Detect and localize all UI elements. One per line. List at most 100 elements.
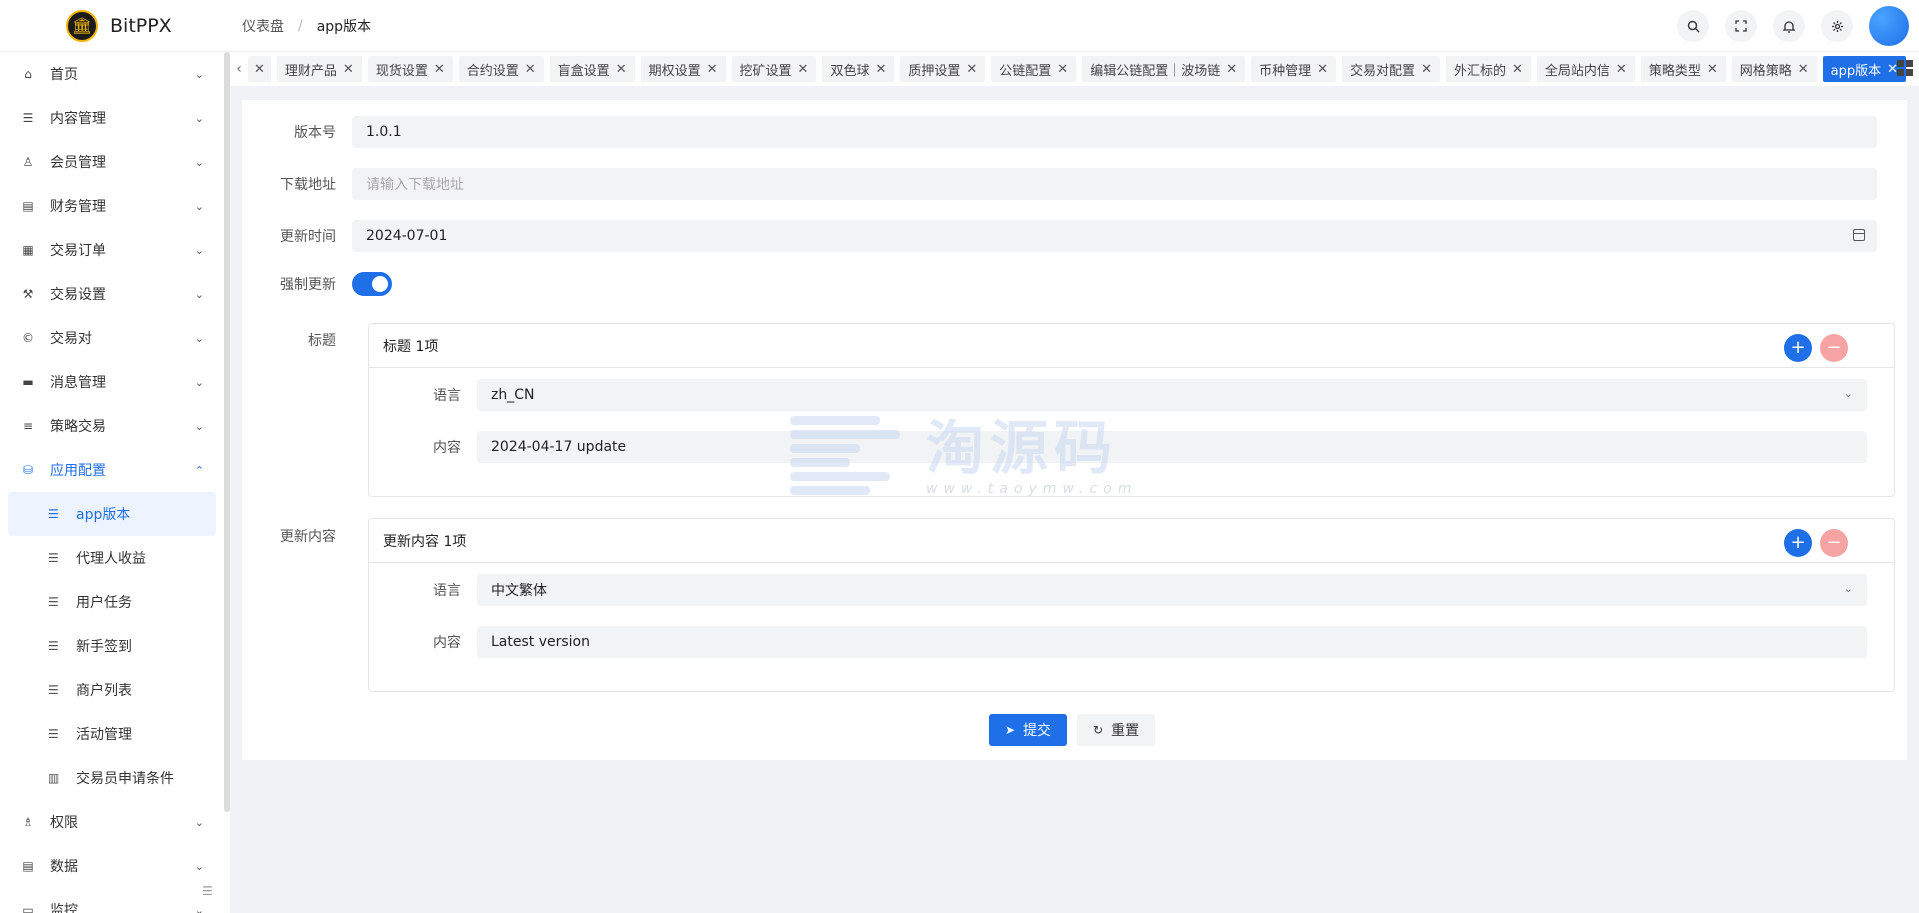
avatar[interactable]: [1869, 6, 1909, 46]
tab-item[interactable]: 币种管理 ✕: [1251, 56, 1337, 82]
remove-update-content-button[interactable]: −: [1820, 529, 1848, 557]
reset-button[interactable]: ↻ 重置: [1077, 714, 1156, 746]
add-update-content-button[interactable]: +: [1784, 529, 1812, 557]
update-time-value: 2024-07-01: [366, 228, 448, 244]
tabs-scroll-right-icon[interactable]: ›: [1912, 61, 1919, 77]
tab-item[interactable]: 公链配置 ✕: [991, 56, 1077, 82]
update-content-input[interactable]: Latest version: [477, 626, 1867, 658]
tab-item[interactable]: 现货设置 ✕: [367, 56, 453, 82]
update-content-group-header: 更新内容 1项 + −: [369, 519, 1894, 563]
close-icon[interactable]: ✕: [1707, 62, 1718, 77]
sidebar-subitem-trader-conditions[interactable]: ▥ 交易员申请条件: [8, 756, 216, 800]
close-icon[interactable]: ✕: [875, 62, 886, 77]
title-content-row: 内容 2024-04-17 update: [369, 431, 1867, 463]
close-icon[interactable]: ✕: [525, 62, 536, 77]
download-url-input[interactable]: 请输入下载地址: [352, 168, 1877, 200]
sidebar-subitem-newbie-checkin[interactable]: ☰ 新手签到: [8, 624, 216, 668]
tab-item[interactable]: 策略类型 ✕: [1640, 56, 1726, 82]
sidebar-item-orders[interactable]: ▦ 交易订单 ⌄: [0, 228, 230, 272]
tab-item[interactable]: 编辑公链配置｜波场链 ✕: [1082, 56, 1246, 82]
tab-item[interactable]: 网格策略 ✕: [1731, 56, 1817, 82]
sidebar-item-trade-settings[interactable]: ⚒ 交易设置 ⌄: [0, 272, 230, 316]
bell-icon[interactable]: [1773, 10, 1805, 42]
close-icon[interactable]: ✕: [616, 62, 627, 77]
tabs-menu-grid-icon[interactable]: [1897, 60, 1913, 76]
close-icon[interactable]: ✕: [707, 62, 718, 77]
tab-item[interactable]: 外汇标的 ✕: [1445, 56, 1531, 82]
tab-app-version[interactable]: app版本 ✕: [1822, 56, 1907, 82]
message-icon: ▬: [22, 375, 34, 389]
title-lang-value: zh_CN: [491, 387, 535, 403]
tab-item[interactable]: 挖矿设置 ✕: [731, 56, 817, 82]
close-icon[interactable]: ✕: [1798, 62, 1809, 77]
force-update-row: 强制更新: [242, 272, 392, 296]
bar-chart-icon: ▥: [48, 771, 60, 785]
fullscreen-icon[interactable]: [1725, 10, 1757, 42]
submit-button[interactable]: ➤ 提交: [989, 714, 1068, 746]
close-icon[interactable]: ✕: [798, 62, 809, 77]
sidebar-subitem-app-version[interactable]: ☰ app版本: [8, 492, 216, 536]
close-icon[interactable]: ✕: [1057, 62, 1068, 77]
sidebar-subitem-activities[interactable]: ☰ 活动管理: [8, 712, 216, 756]
tab-item[interactable]: 期权设置 ✕: [640, 56, 726, 82]
tab-close-partial[interactable]: ✕: [248, 56, 271, 82]
submit-label: 提交: [1023, 723, 1052, 739]
close-icon[interactable]: ✕: [1226, 62, 1237, 77]
close-icon[interactable]: ✕: [343, 62, 354, 77]
download-label: 下载地址: [280, 177, 336, 193]
sidebar-item-strategy[interactable]: ≡ 策略交易 ⌄: [0, 404, 230, 448]
tabs-scroll-left-icon[interactable]: ‹: [230, 61, 248, 77]
search-icon[interactable]: [1677, 10, 1709, 42]
collapse-sidebar-icon[interactable]: ☰: [202, 884, 213, 898]
ledger-icon: ▤: [22, 199, 34, 213]
content-label: 内容: [433, 635, 461, 651]
sidebar-item-trading-pairs[interactable]: © 交易对 ⌄: [0, 316, 230, 360]
tab-label: 合约设置: [466, 63, 519, 79]
table-icon: ▦: [22, 243, 34, 257]
logo[interactable]: 🏛 BitPPX: [0, 9, 230, 42]
tab-item[interactable]: 合约设置 ✕: [458, 56, 544, 82]
version-input[interactable]: 1.0.1: [352, 116, 1877, 148]
breadcrumb-dashboard[interactable]: 仪表盘: [242, 16, 284, 36]
reset-label: 重置: [1111, 723, 1140, 739]
sidebar-item-content[interactable]: ☰ 内容管理 ⌄: [0, 96, 230, 140]
close-icon[interactable]: ✕: [1317, 62, 1328, 77]
close-icon[interactable]: ✕: [1616, 62, 1627, 77]
close-icon[interactable]: ✕: [254, 62, 265, 77]
update-content-group: 更新内容 1项 + − 语言 中文繁体 ⌄ 内容 Latest version: [368, 518, 1895, 692]
remove-title-button[interactable]: −: [1820, 334, 1848, 362]
close-icon[interactable]: ✕: [1512, 62, 1523, 77]
sidebar-item-home[interactable]: ⌂ 首页 ⌄: [0, 52, 230, 96]
update-time-date-picker[interactable]: 2024-07-01: [352, 220, 1877, 252]
sidebar-item-app-config[interactable]: ⛁ 应用配置 ⌃: [0, 448, 230, 492]
tab-label: 策略类型: [1648, 63, 1701, 79]
sidebar-subitem-agent-earnings[interactable]: ☰ 代理人收益: [8, 536, 216, 580]
tab-item[interactable]: 理财产品 ✕: [276, 56, 362, 82]
sidebar-item-members[interactable]: ♙ 会员管理 ⌄: [0, 140, 230, 184]
title-lang-select[interactable]: zh_CN ⌄: [477, 379, 1867, 411]
refresh-icon: ↻: [1093, 723, 1104, 737]
tab-item[interactable]: 全局站内信 ✕: [1536, 56, 1635, 82]
sidebar-subitem-user-tasks[interactable]: ☰ 用户任务: [8, 580, 216, 624]
title-content-input[interactable]: 2024-04-17 update: [477, 431, 1867, 463]
close-icon[interactable]: ✕: [1421, 62, 1432, 77]
tab-item[interactable]: 盲盒设置 ✕: [549, 56, 635, 82]
content-lang-select[interactable]: 中文繁体 ⌄: [477, 574, 1867, 606]
force-update-toggle[interactable]: [352, 272, 392, 296]
sidebar-item-finance[interactable]: ▤ 财务管理 ⌄: [0, 184, 230, 228]
tab-item[interactable]: 质押设置 ✕: [900, 56, 986, 82]
sidebar-item-permissions[interactable]: ♗ 权限 ⌄: [0, 800, 230, 844]
tab-label: 质押设置: [908, 63, 961, 79]
tab-item[interactable]: 交易对配置 ✕: [1342, 56, 1440, 82]
tab-item[interactable]: 双色球 ✕: [822, 56, 895, 82]
close-icon[interactable]: ✕: [434, 62, 445, 77]
calendar-icon[interactable]: [1853, 229, 1865, 241]
sidebar-scrollbar[interactable]: [224, 52, 230, 812]
sidebar-item-messages[interactable]: ▬ 消息管理 ⌄: [0, 360, 230, 404]
close-icon[interactable]: ✕: [966, 62, 977, 77]
add-title-button[interactable]: +: [1784, 334, 1812, 362]
settings-icon[interactable]: [1821, 10, 1853, 42]
sidebar-item-data[interactable]: ▤ 数据 ⌄: [0, 844, 230, 888]
sidebar-item-monitor[interactable]: ▭ 监控 ⌄: [0, 888, 230, 913]
sidebar-subitem-merchants[interactable]: ☰ 商户列表: [8, 668, 216, 712]
